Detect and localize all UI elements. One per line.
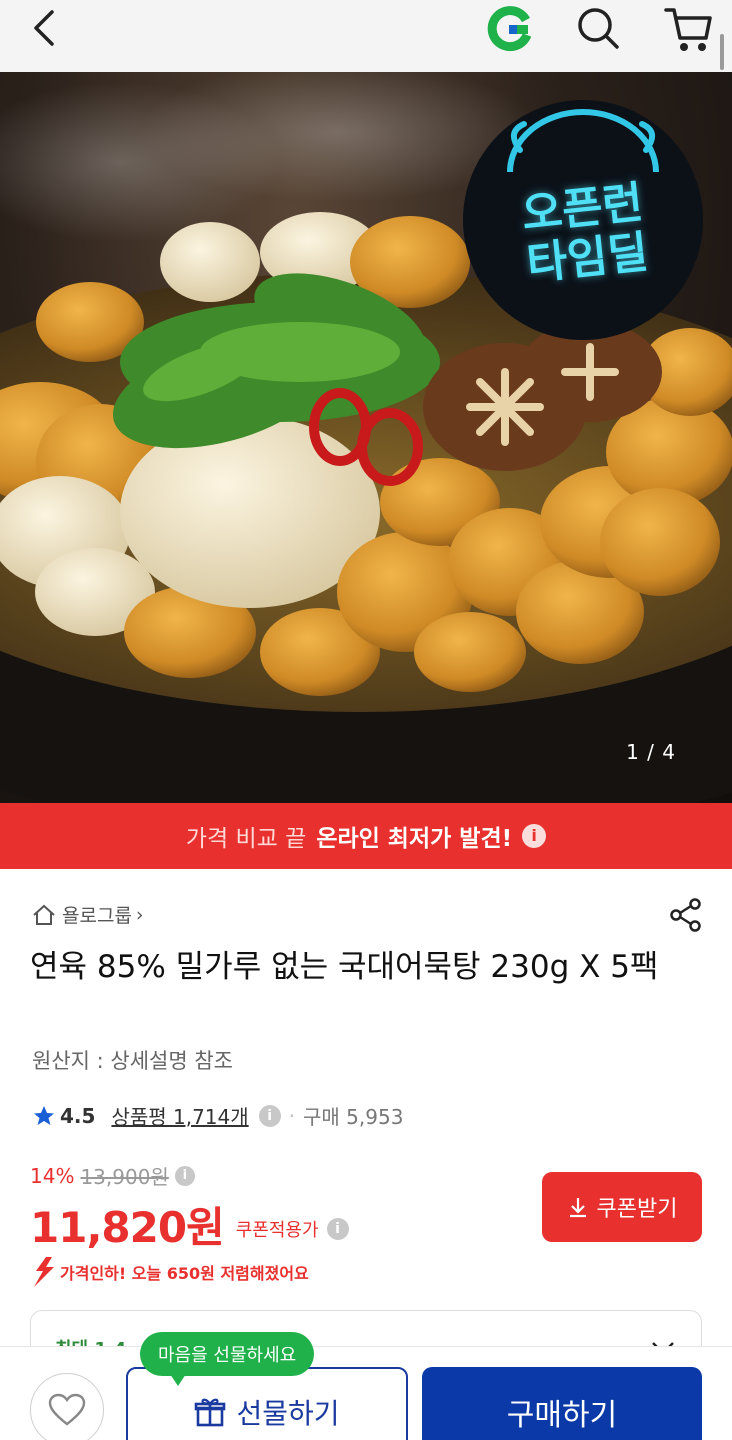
discount-rate: 14% bbox=[30, 1163, 75, 1188]
gift-icon bbox=[195, 1398, 226, 1427]
image-counter: 1 / 4 bbox=[626, 740, 676, 764]
cart-icon[interactable] bbox=[662, 4, 714, 54]
bottom-action-bar: 선물하기 구매하기 bbox=[0, 1346, 732, 1440]
tooltip-tail bbox=[170, 1374, 186, 1386]
lowest-price-banner[interactable]: 가격 비교 끝 온라인 최저가 발견! i bbox=[0, 803, 732, 869]
info-icon[interactable]: i bbox=[258, 1104, 281, 1127]
buy-button-label: 구매하기 bbox=[506, 1398, 618, 1433]
product-image-carousel[interactable]: 오픈런 타임딜 1 / 4 bbox=[0, 72, 732, 803]
final-price-row: 11,820원 쿠폰적용가 i bbox=[30, 1194, 349, 1255]
price-drop-text: 가격인하! 오늘 650원 저렴해졌어요 bbox=[60, 1264, 309, 1283]
gift-tooltip: 마음을 선물하세요 bbox=[140, 1332, 315, 1386]
discount-row: 14% 13,900원 i bbox=[30, 1161, 349, 1190]
info-icon[interactable]: i bbox=[174, 1165, 195, 1186]
timedeal-badge: 오픈런 타임딜 bbox=[485, 174, 684, 293]
price-drop-notice: 가격인하! 오늘 650원 저렴해졌어요 bbox=[32, 1257, 309, 1287]
buy-button[interactable]: 구매하기 bbox=[422, 1367, 702, 1440]
reviews-link[interactable]: 상품평 1,714개 bbox=[111, 1101, 248, 1130]
seller-link[interactable]: 욜로그룹 › bbox=[32, 901, 144, 928]
heart-icon bbox=[48, 1393, 86, 1426]
promo-prefix: 가격 비교 끝 bbox=[185, 826, 307, 852]
price-down-arrow-icon bbox=[34, 1257, 54, 1287]
g-logo-icon[interactable] bbox=[484, 4, 534, 54]
scrollbar[interactable] bbox=[720, 34, 724, 70]
gift-button-label: 선물하기 bbox=[236, 1397, 340, 1430]
rating-score: 4.5 bbox=[60, 1103, 96, 1128]
final-price: 11,820원 bbox=[30, 1203, 225, 1252]
info-icon[interactable]: i bbox=[522, 824, 547, 848]
coupon-price-note: 쿠폰적용가 bbox=[235, 1219, 319, 1241]
gift-button[interactable]: 선물하기 bbox=[126, 1367, 408, 1440]
home-icon bbox=[33, 904, 55, 925]
price-block: 14% 13,900원 i 11,820원 쿠폰적용가 i bbox=[30, 1161, 349, 1255]
share-icon[interactable] bbox=[668, 897, 704, 933]
download-icon bbox=[569, 1198, 586, 1218]
gift-tooltip-text: 마음을 선물하세요 bbox=[158, 1345, 297, 1366]
product-origin: 원산지 : 상세설명 참조 bbox=[32, 1049, 233, 1073]
search-icon[interactable] bbox=[574, 4, 622, 52]
seller-chevron-icon: › bbox=[135, 903, 144, 926]
wishlist-button[interactable] bbox=[30, 1373, 104, 1440]
rating-row: 4.5 상품평 1,714개 i · 구매 5,953 bbox=[32, 1101, 403, 1130]
purchase-count: 구매 5,953 bbox=[303, 1105, 404, 1129]
original-price: 13,900원 bbox=[80, 1165, 169, 1189]
info-icon[interactable]: i bbox=[326, 1217, 349, 1240]
coupon-download-button[interactable]: 쿠폰받기 bbox=[542, 1172, 702, 1242]
seller-name: 욜로그룹 bbox=[62, 905, 132, 927]
separator-dot: · bbox=[288, 1103, 296, 1128]
coupon-button-label: 쿠폰받기 bbox=[596, 1197, 678, 1222]
promo-highlight: 온라인 최저가 발견! bbox=[316, 826, 513, 852]
back-chevron-left-icon[interactable] bbox=[26, 8, 66, 48]
product-title: 연육 85% 밀가루 없는 국대어묵탕 230g X 5팩 bbox=[30, 949, 659, 985]
star-icon bbox=[34, 1105, 54, 1125]
top-bar bbox=[0, 0, 732, 72]
